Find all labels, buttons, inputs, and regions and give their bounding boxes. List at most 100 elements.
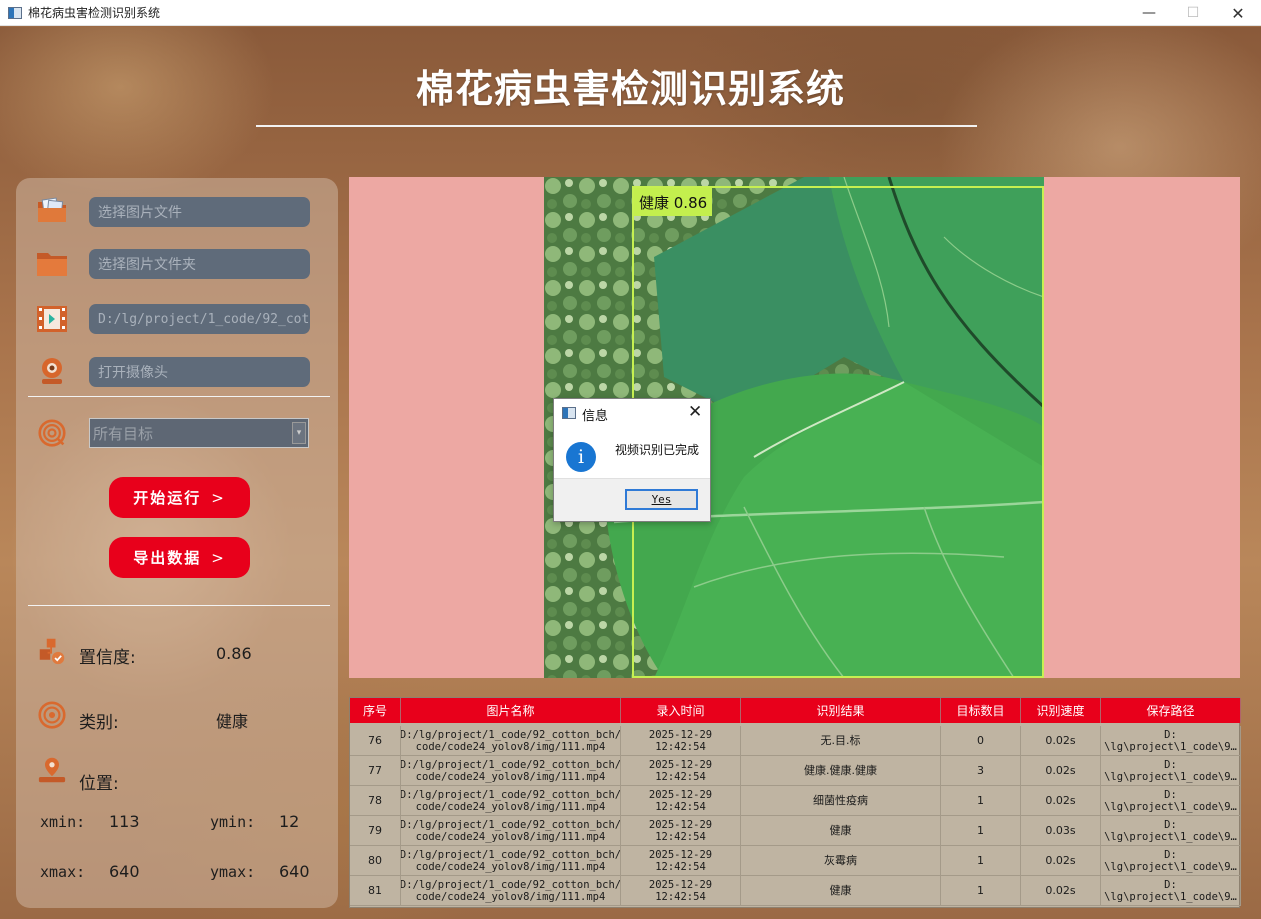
target-select[interactable]: 所有目标 ▾ (89, 418, 309, 448)
cell-count: 1 (941, 786, 1021, 816)
minimize-button[interactable]: — (1126, 0, 1172, 26)
ymax-value: 640 (279, 862, 310, 881)
export-button[interactable]: 导出数据 > (109, 537, 250, 578)
ymax-label: ymax: (210, 863, 256, 881)
cell-time: 2025-12-29 12:42:54 (621, 846, 741, 876)
results-table: 序号 图片名称 录入时间 识别结果 目标数目 识别速度 保存路径 76 D:/l… (349, 697, 1241, 908)
cell-result: 健康.健康.健康 (741, 756, 941, 786)
camera-icon[interactable] (36, 357, 68, 385)
cell-time: 2025-12-29 12:42:54 (621, 876, 741, 906)
cell-count: 1 (941, 876, 1021, 906)
start-button[interactable]: 开始运行 > (109, 477, 250, 518)
col-header-count[interactable]: 目标数目 (941, 698, 1021, 723)
section-divider (28, 605, 330, 606)
table-row[interactable]: 81 D:/lg/project/1_code/92_cotton_bch/ c… (350, 876, 1241, 906)
cell-name: D:/lg/project/1_code/92_cotton_bch/ code… (401, 816, 621, 846)
cell-name: D:/lg/project/1_code/92_cotton_bch/ code… (401, 786, 621, 816)
camera-field[interactable]: 打开摄像头 (89, 357, 310, 387)
cell-path: D: \lg\project\1_code\9… (1101, 816, 1241, 846)
table-row[interactable]: 76 D:/lg/project/1_code/92_cotton_bch/ c… (350, 726, 1241, 756)
cell-count: 0 (941, 726, 1021, 756)
chevron-right-icon: > (211, 548, 226, 567)
cell-name: D:/lg/project/1_code/92_cotton_bch/ code… (401, 756, 621, 786)
col-header-index[interactable]: 序号 (350, 698, 401, 723)
image-display: 健康 0.86 (349, 177, 1240, 678)
cell-speed: 0.03s (1021, 816, 1101, 846)
cell-speed: 0.02s (1021, 876, 1101, 906)
target-icon (38, 419, 66, 447)
cell-result: 健康 (741, 876, 941, 906)
folder-icon[interactable] (36, 250, 68, 278)
app-icon (562, 407, 576, 419)
chevron-down-icon[interactable]: ▾ (292, 422, 306, 444)
table-header: 序号 图片名称 录入时间 识别结果 目标数目 识别速度 保存路径 (350, 698, 1241, 723)
close-icon[interactable]: ✕ (688, 402, 702, 422)
app-icon (8, 6, 22, 19)
cell-time: 2025-12-29 12:42:54 (621, 726, 741, 756)
export-button-label: 导出数据 (133, 549, 202, 567)
table-row[interactable]: 77 D:/lg/project/1_code/92_cotton_bch/ c… (350, 756, 1241, 786)
cell-result: 无.目.标 (741, 726, 941, 756)
confidence-label: 置信度: (79, 648, 136, 668)
cell-time: 2025-12-29 12:42:54 (621, 756, 741, 786)
cell-count: 1 (941, 846, 1021, 876)
table-row[interactable]: 78 D:/lg/project/1_code/92_cotton_bch/ c… (350, 786, 1241, 816)
info-dialog: 信息 ✕ i 视频识别已完成 Yes (553, 398, 711, 522)
image-folder-field[interactable]: 选择图片文件夹 (89, 249, 310, 279)
category-label: 类别: (79, 713, 119, 733)
maximize-button[interactable]: ☐ (1170, 0, 1216, 26)
col-header-speed[interactable]: 识别速度 (1021, 698, 1101, 723)
cell-path: D: \lg\project\1_code\9… (1101, 726, 1241, 756)
confidence-value: 0.86 (216, 644, 252, 663)
cell-result: 健康 (741, 816, 941, 846)
ymin-label: ymin: (210, 813, 256, 831)
cell-speed: 0.02s (1021, 756, 1101, 786)
dialog-footer: Yes (554, 478, 710, 521)
cell-index: 77 (350, 756, 401, 786)
cell-time: 2025-12-29 12:42:54 (621, 786, 741, 816)
table-row[interactable]: 80 D:/lg/project/1_code/92_cotton_bch/ c… (350, 846, 1241, 876)
image-file-field[interactable]: 选择图片文件 (89, 197, 310, 227)
cell-count: 3 (941, 756, 1021, 786)
section-divider (28, 396, 330, 397)
close-window-button[interactable]: ✕ (1215, 0, 1261, 26)
dialog-title: 信息 (582, 409, 609, 424)
video-icon[interactable] (36, 305, 68, 333)
cell-path: D: \lg\project\1_code\9… (1101, 756, 1241, 786)
info-icon: i (566, 442, 596, 472)
col-header-time[interactable]: 录入时间 (621, 698, 741, 723)
image-file-icon[interactable] (36, 196, 68, 224)
cell-path: D: \lg\project\1_code\9… (1101, 786, 1241, 816)
cell-name: D:/lg/project/1_code/92_cotton_bch/ code… (401, 846, 621, 876)
cell-index: 76 (350, 726, 401, 756)
xmin-value: 113 (109, 812, 140, 831)
category-icon (38, 701, 66, 729)
col-header-path[interactable]: 保存路径 (1101, 698, 1241, 723)
cell-name: D:/lg/project/1_code/92_cotton_bch/ code… (401, 726, 621, 756)
ymin-value: 12 (279, 812, 300, 831)
yes-button[interactable]: Yes (625, 489, 698, 510)
cell-count: 1 (941, 816, 1021, 846)
chevron-right-icon: > (211, 488, 226, 507)
cell-index: 79 (350, 816, 401, 846)
category-value: 健康 (216, 712, 249, 731)
table-row[interactable]: 79 D:/lg/project/1_code/92_cotton_bch/ c… (350, 816, 1241, 846)
col-header-result[interactable]: 识别结果 (741, 698, 941, 723)
cell-speed: 0.02s (1021, 726, 1101, 756)
video-path-field[interactable]: D:/lg/project/1_code/92_cot (89, 304, 310, 334)
detection-label: 健康 0.86 (634, 188, 713, 216)
cell-path: D: \lg\project\1_code\9… (1101, 846, 1241, 876)
cell-result: 灰霉病 (741, 846, 941, 876)
page-title: 棉花病虫害检测识别系统 (415, 67, 845, 111)
xmin-label: xmin: (40, 813, 86, 831)
xmax-value: 640 (109, 862, 140, 881)
dialog-message: 视频识别已完成 (615, 443, 700, 457)
window-titlebar: 棉花病虫害检测识别系统 — ☐ ✕ (0, 0, 1261, 26)
col-header-name[interactable]: 图片名称 (401, 698, 621, 723)
cell-index: 78 (350, 786, 401, 816)
cell-index: 81 (350, 876, 401, 906)
xmax-label: xmax: (40, 863, 86, 881)
cell-speed: 0.02s (1021, 846, 1101, 876)
cell-result: 细菌性疫病 (741, 786, 941, 816)
location-icon (38, 757, 66, 783)
